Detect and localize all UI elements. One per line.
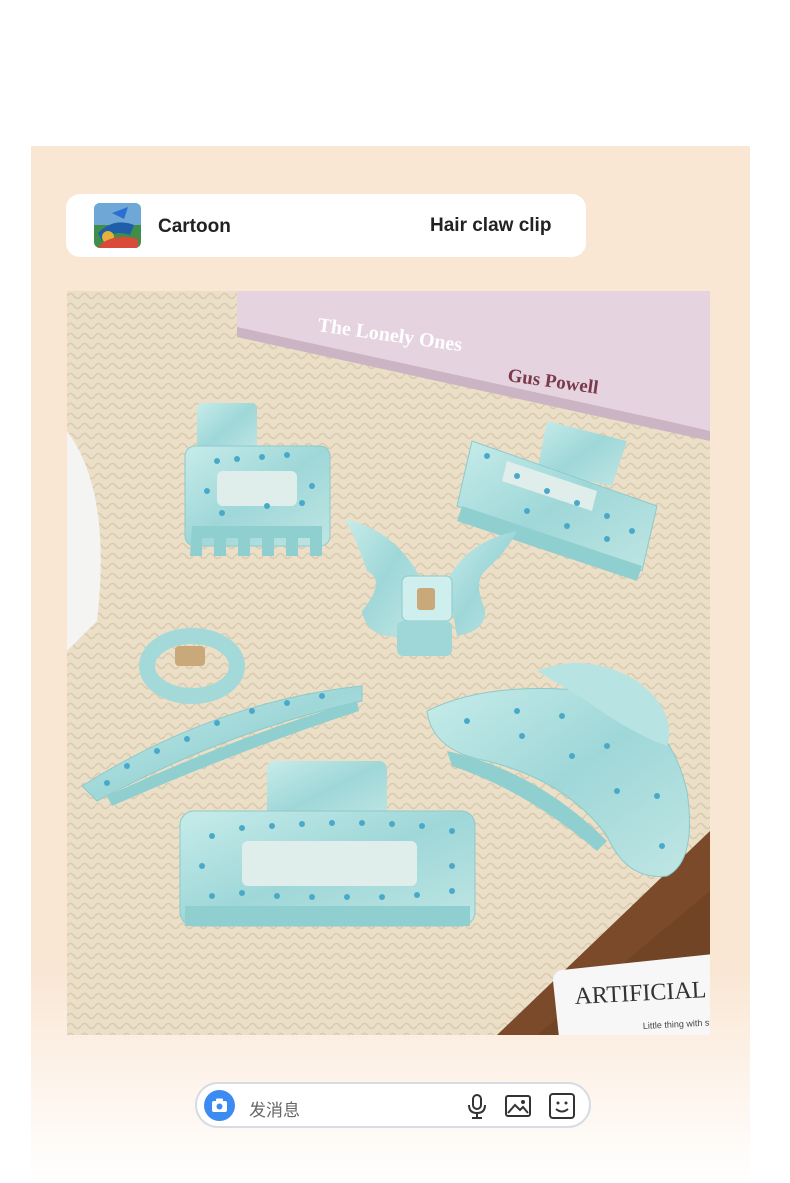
camera-icon bbox=[212, 1098, 227, 1112]
contact-name: Cartoon bbox=[158, 216, 231, 237]
camera-button[interactable] bbox=[204, 1090, 235, 1121]
emoji-icon[interactable] bbox=[548, 1092, 576, 1120]
microphone-icon[interactable] bbox=[463, 1092, 491, 1120]
product-photo[interactable]: The Lonely Ones Gus Powell ARTIFICIAL Li… bbox=[67, 291, 710, 1035]
avatar[interactable] bbox=[94, 203, 141, 248]
message-input[interactable]: 发消息 bbox=[249, 1096, 300, 1121]
image-icon[interactable] bbox=[504, 1092, 532, 1120]
chat-header[interactable]: Cartoon Hair claw clip bbox=[66, 194, 586, 257]
chat-title: Hair claw clip bbox=[430, 215, 552, 236]
message-input-bar[interactable]: 发消息 bbox=[195, 1082, 591, 1128]
